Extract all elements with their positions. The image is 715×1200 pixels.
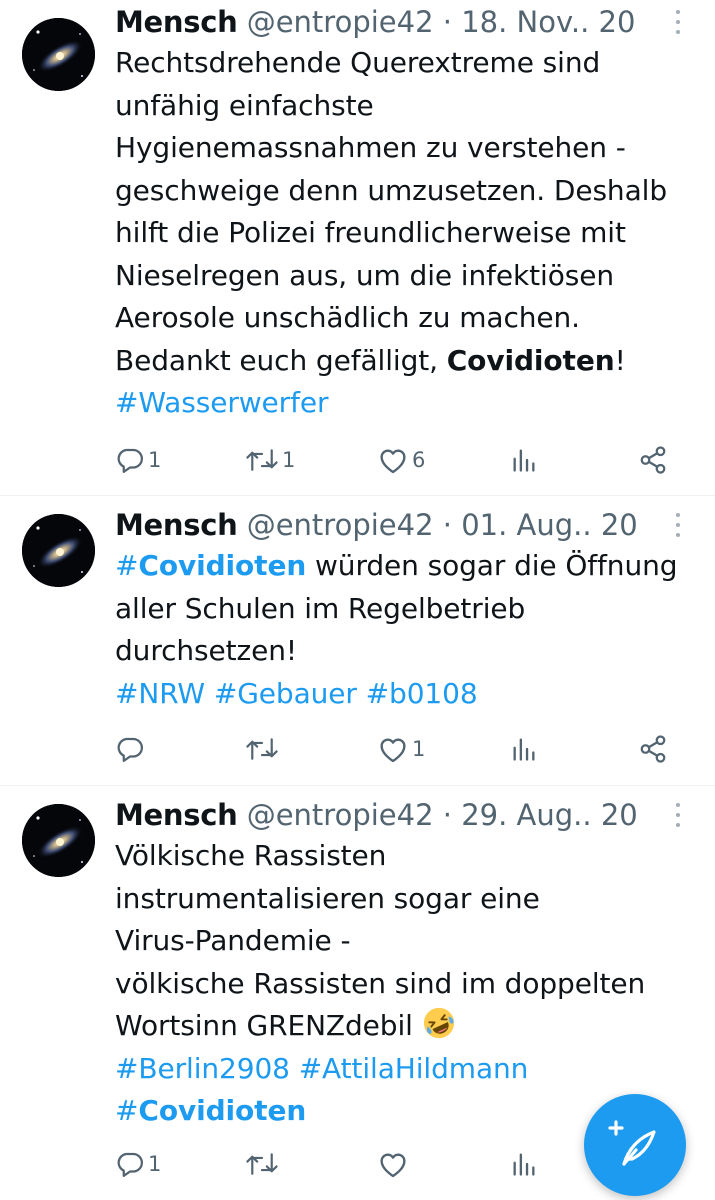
like-button[interactable]: 1 <box>377 729 425 769</box>
reply-icon <box>117 1152 143 1177</box>
text-line: Wortsinn GRENZdebil <box>115 1005 700 1048</box>
like-icon <box>380 1153 406 1178</box>
views-button[interactable] <box>510 1144 538 1184</box>
bold-term: Covidioten <box>446 343 615 377</box>
reply-icon <box>117 737 143 762</box>
retweet-button[interactable]: 1 <box>245 440 295 480</box>
reply-button[interactable]: 1 <box>115 1144 161 1184</box>
author-name[interactable]: Mensch <box>115 798 238 832</box>
views-button[interactable] <box>510 440 538 480</box>
timeline: Mensch @entropie42 · 18. Nov.. 20 Rechts… <box>0 0 715 1200</box>
text-line: geschweige denn umzusetzen. Deshalb <box>115 173 667 207</box>
text-line: Rechtsdrehende Querextreme sind <box>115 46 601 79</box>
reply-count: 1 <box>148 448 162 472</box>
reply-count: 1 <box>148 1152 162 1176</box>
tweet-text: Rechtsdrehende Querextreme sind unfähig … <box>115 42 700 425</box>
share-icon <box>640 735 666 763</box>
retweet-icon <box>246 449 278 471</box>
compose-icon <box>608 1120 656 1166</box>
retweet-icon <box>246 738 278 760</box>
hashtag-term: Covidioten <box>138 1094 307 1127</box>
more-icon[interactable] <box>670 509 686 541</box>
text-line: unfähig einfachste <box>115 88 374 122</box>
like-count: 1 <box>412 737 426 761</box>
author-handle[interactable]: @entropie42 <box>247 508 434 542</box>
tweet-2[interactable]: Mensch @entropie42 · 01. Aug.. 20 #Covid… <box>0 496 715 785</box>
tweet-header: Mensch @entropie42 · 01. Aug.. 20 <box>115 505 700 545</box>
retweet-button[interactable] <box>245 729 282 769</box>
text-line: durchsetzen! <box>115 634 298 667</box>
author-handle[interactable]: @entropie42 <box>247 5 434 39</box>
like-button[interactable]: 6 <box>377 440 425 480</box>
tweet-actions: 1 1 6 <box>115 440 675 480</box>
text-line: Virus-Pandemie - <box>115 924 351 957</box>
text-line: #Covidioten würden sogar die Öffnung <box>115 545 700 588</box>
author-name[interactable]: Mensch <box>115 5 238 39</box>
tweet-header: Mensch @entropie42 · 18. Nov.. 20 <box>115 2 700 42</box>
rolling-on-floor-laughing-emoji <box>423 1007 454 1039</box>
hashtag-prefix: # <box>115 549 139 582</box>
tweet-date[interactable]: 01. Aug.. 20 <box>461 508 638 542</box>
like-icon <box>380 449 406 474</box>
tweet-header: Mensch @entropie42 · 29. Aug.. 20 <box>115 795 700 835</box>
compose-button[interactable] <box>584 1094 686 1196</box>
hashtag-term: Covidioten <box>138 549 307 582</box>
tweet-date[interactable]: 18. Nov.. 20 <box>461 5 635 39</box>
like-icon <box>380 738 406 763</box>
reply-button[interactable]: 1 <box>115 440 161 480</box>
reply-icon <box>117 448 143 473</box>
text-line: aller Schulen im Regelbetrieb <box>115 591 526 625</box>
more-icon[interactable] <box>670 799 686 831</box>
text-line: Völkische Rassisten <box>115 839 387 872</box>
reply-button[interactable] <box>115 729 148 769</box>
text-line: hilft die Polizei freundlicherweise mit <box>115 216 626 249</box>
more-icon[interactable] <box>670 6 686 38</box>
hashtag-link[interactable]: #Covidioten <box>115 549 306 582</box>
views-icon <box>513 738 535 761</box>
author-name[interactable]: Mensch <box>115 508 238 542</box>
text-line: Hygienemassnahmen zu verstehen - <box>115 131 626 164</box>
text-fragment: Bedankt euch gefälligt, <box>115 343 447 377</box>
share-button[interactable] <box>638 440 668 480</box>
hashtag-link[interactable]: #b0108 <box>366 677 478 710</box>
hashtag-link[interactable]: #Wasserwerfer <box>115 386 328 419</box>
hashtag-link[interactable]: #Berlin2908 <box>115 1052 290 1085</box>
retweet-button[interactable] <box>245 1144 282 1184</box>
text-line: Aerosole unschädlich zu machen. <box>115 301 580 334</box>
retweet-icon <box>246 1153 278 1175</box>
avatar[interactable] <box>22 514 95 587</box>
text-line: völkische Rassisten sind im doppelten <box>115 966 646 1000</box>
tweet-date[interactable]: 29. Aug.. 20 <box>461 798 638 832</box>
text-fragment: ! <box>614 343 626 377</box>
share-button[interactable] <box>638 729 668 769</box>
tweet-text: Völkische Rassisten instrumentalisieren … <box>115 835 700 1133</box>
avatar[interactable] <box>22 804 95 877</box>
text-fragment: Wortsinn GRENZdebil <box>115 1009 422 1042</box>
share-icon <box>640 446 666 474</box>
tweet-text: #Covidioten würden sogar die Öffnung all… <box>115 545 700 715</box>
text-line: Bedankt euch gefälligt, Covidioten! <box>115 340 700 383</box>
text-line: instrumentalisieren sogar eine <box>115 881 540 915</box>
views-icon <box>513 449 535 472</box>
hashtag-link[interactable]: #AttilaHildmann <box>299 1052 529 1085</box>
separator-dot: · <box>442 798 452 832</box>
tweet-actions: 1 <box>115 729 675 769</box>
text-fragment: würden sogar die Öffnung <box>306 549 678 582</box>
like-count: 6 <box>412 448 426 472</box>
text-line: Nieselregen aus, um die infektiösen <box>115 258 614 292</box>
tweet-1[interactable]: Mensch @entropie42 · 18. Nov.. 20 Rechts… <box>0 0 715 495</box>
views-icon <box>513 1153 535 1176</box>
like-button[interactable] <box>377 1144 412 1184</box>
avatar[interactable] <box>22 18 95 91</box>
retweet-count: 1 <box>282 448 296 472</box>
hashtag-link[interactable]: #Gebauer <box>214 677 357 710</box>
hashtag-link[interactable]: #NRW <box>115 677 205 710</box>
views-button[interactable] <box>510 729 538 769</box>
hashtag-prefix: # <box>115 1094 139 1127</box>
hashtag-link[interactable]: #Covidioten <box>115 1094 306 1127</box>
separator-dot: · <box>442 5 452 39</box>
separator-dot: · <box>442 508 452 542</box>
author-handle[interactable]: @entropie42 <box>247 798 434 832</box>
